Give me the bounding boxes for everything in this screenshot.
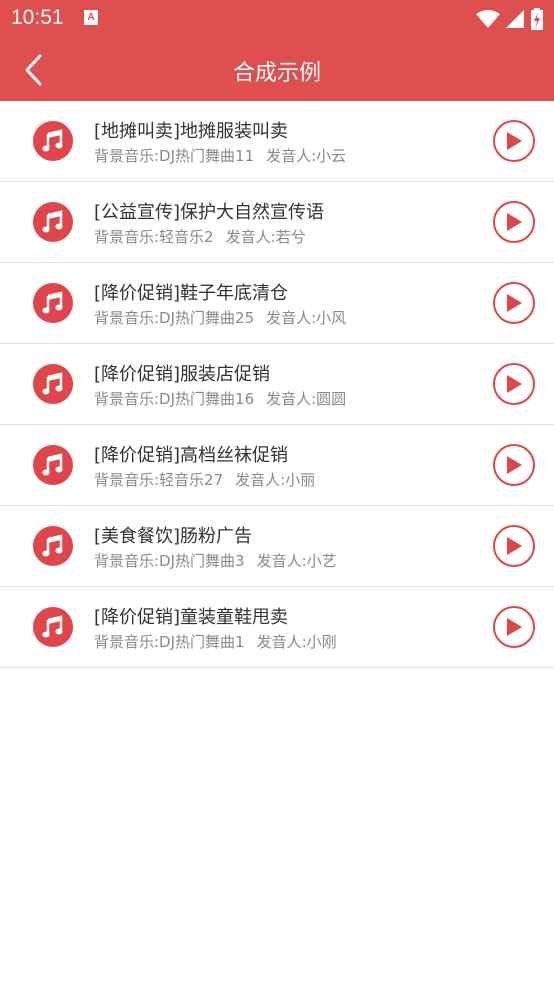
play-icon <box>507 537 522 555</box>
play-icon <box>507 375 522 393</box>
item-title: [美食餐饮]肠粉广告 <box>94 526 253 547</box>
item-bgm: 背景音乐:DJ热门舞曲1 <box>94 633 245 651</box>
play-icon <box>507 132 522 150</box>
item-subtitle: 背景音乐:DJ热门舞曲16 发音人:圆圆 <box>94 388 346 409</box>
play-button[interactable] <box>493 201 535 243</box>
list-item[interactable]: [降价促销]服装店促销 背景音乐:DJ热门舞曲16 发音人:圆圆 <box>0 344 554 425</box>
play-button[interactable] <box>493 606 535 648</box>
play-button[interactable] <box>493 525 535 567</box>
item-subtitle: 背景音乐:轻音乐27 发音人:小丽 <box>94 469 315 490</box>
item-subtitle: 背景音乐:DJ热门舞曲25 发音人:小风 <box>94 307 346 328</box>
music-note-icon <box>33 121 73 161</box>
play-button[interactable] <box>493 444 535 486</box>
notification-a-icon: A <box>84 10 98 25</box>
music-note-icon <box>33 607 73 647</box>
play-icon <box>507 294 522 312</box>
item-subtitle: 背景音乐:DJ热门舞曲1 发音人:小刚 <box>94 631 337 652</box>
list-item[interactable]: [降价促销]高档丝袜促销 背景音乐:轻音乐27 发音人:小丽 <box>0 425 554 506</box>
item-speaker: 发音人:圆圆 <box>266 390 347 408</box>
system-icons <box>475 8 544 30</box>
item-title: [降价促销]鞋子年底清仓 <box>94 283 289 304</box>
music-note-icon <box>33 526 73 566</box>
item-title: [降价促销]服装店促销 <box>94 364 271 385</box>
play-icon <box>507 213 522 231</box>
item-title: [公益宣传]保护大自然宣传语 <box>94 202 325 223</box>
item-speaker: 发音人:若兮 <box>225 228 306 246</box>
battery-icon <box>531 8 543 30</box>
item-bgm: 背景音乐:DJ热门舞曲11 <box>94 147 255 165</box>
item-subtitle: 背景音乐:DJ热门舞曲3 发音人:小艺 <box>94 550 337 571</box>
play-icon <box>507 618 522 636</box>
page-title: 合成示例 <box>232 61 321 86</box>
item-subtitle: 背景音乐:轻音乐2 发音人:若兮 <box>94 226 306 247</box>
wifi-icon <box>475 10 500 28</box>
list-item[interactable]: [公益宣传]保护大自然宣传语 背景音乐:轻音乐2 发音人:若兮 <box>0 182 554 263</box>
list-item[interactable]: [美食餐饮]肠粉广告 背景音乐:DJ热门舞曲3 发音人:小艺 <box>0 506 554 587</box>
status-time: 10:51 <box>11 6 64 29</box>
play-icon <box>507 456 522 474</box>
play-button[interactable] <box>493 120 535 162</box>
item-title: [降价促销]童装童鞋甩卖 <box>94 607 289 628</box>
item-bgm: 背景音乐:DJ热门舞曲25 <box>94 309 255 327</box>
status-bar: 10:51 A <box>0 0 554 36</box>
item-bgm: 背景音乐:轻音乐2 <box>94 228 214 246</box>
sample-list: [地摊叫卖]地摊服装叫卖 背景音乐:DJ热门舞曲11 发音人:小云 [公益宣传]保… <box>0 101 554 668</box>
item-speaker: 发音人:小云 <box>266 147 347 165</box>
music-note-icon <box>33 202 73 242</box>
item-speaker: 发音人:小艺 <box>256 552 337 570</box>
item-speaker: 发音人:小丽 <box>235 471 316 489</box>
list-item[interactable]: [地摊叫卖]地摊服装叫卖 背景音乐:DJ热门舞曲11 发音人:小云 <box>0 101 554 182</box>
item-title: [地摊叫卖]地摊服装叫卖 <box>94 121 289 142</box>
item-speaker: 发音人:小刚 <box>256 633 337 651</box>
item-subtitle: 背景音乐:DJ热门舞曲11 发音人:小云 <box>94 145 346 166</box>
item-bgm: 背景音乐:DJ热门舞曲16 <box>94 390 255 408</box>
item-title: [降价促销]高档丝袜促销 <box>94 445 289 466</box>
item-bgm: 背景音乐:DJ热门舞曲3 <box>94 552 245 570</box>
signal-icon <box>505 10 524 28</box>
music-note-icon <box>33 445 73 485</box>
play-button[interactable] <box>493 363 535 405</box>
list-item[interactable]: [降价促销]童装童鞋甩卖 背景音乐:DJ热门舞曲1 发音人:小刚 <box>0 587 554 668</box>
item-bgm: 背景音乐:轻音乐27 <box>94 471 224 489</box>
item-speaker: 发音人:小风 <box>266 309 347 327</box>
app-header: 10:51 A 合成示例 <box>0 0 554 101</box>
play-button[interactable] <box>493 282 535 324</box>
list-item[interactable]: [降价促销]鞋子年底清仓 背景音乐:DJ热门舞曲25 发音人:小风 <box>0 263 554 344</box>
music-note-icon <box>33 283 73 323</box>
music-note-icon <box>33 364 73 404</box>
